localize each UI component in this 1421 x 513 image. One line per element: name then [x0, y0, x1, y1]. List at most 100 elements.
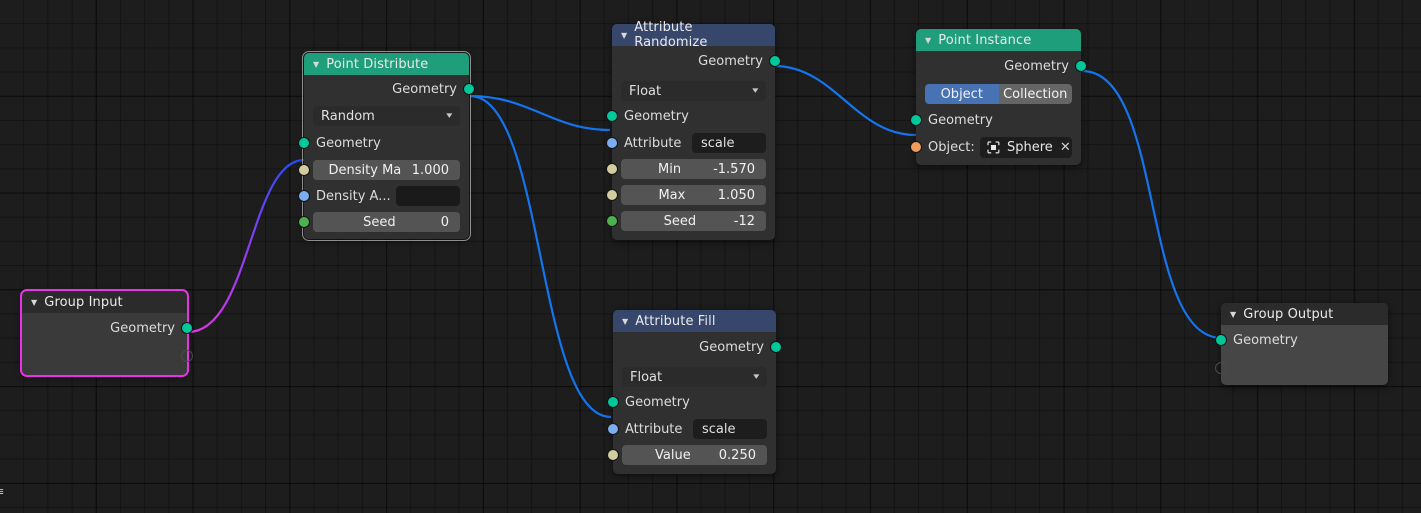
socket-row-input-geometry[interactable]: Geometry — [910, 105, 1081, 135]
min-row[interactable]: Min -1.570 — [606, 156, 775, 182]
collapse-triangle-icon[interactable]: ▼ — [622, 318, 628, 326]
node-header-point-distribute[interactable]: ▼ Point Distribute — [304, 53, 469, 75]
density-attribute-row[interactable]: Density A... — [298, 183, 469, 209]
socket-label: Attribute — [625, 421, 683, 437]
attribute-row[interactable]: Attribute scale — [606, 130, 775, 156]
method-dropdown-row[interactable]: Random ▾ — [304, 103, 469, 129]
seed-row[interactable]: Seed -12 — [606, 208, 775, 240]
toggle-collection-button[interactable]: Collection — [998, 84, 1072, 104]
socket-row-input-geometry[interactable]: Geometry — [1215, 325, 1388, 355]
socket-geometry-output[interactable] — [769, 55, 781, 67]
node-title: Group Output — [1243, 306, 1334, 322]
instance-source-toggle[interactable]: Object Collection — [916, 81, 1081, 105]
mesh-object-icon — [987, 140, 1000, 154]
value-slider[interactable]: Value 0.250 — [622, 445, 767, 465]
node-attribute-fill[interactable]: ▼ Attribute Fill Geometry Float ▾ Geomet… — [607, 310, 782, 474]
socket-geometry-input[interactable] — [910, 114, 922, 126]
socket-row-virtual-input[interactable] — [1215, 355, 1388, 381]
seed-row[interactable]: Seed 0 — [298, 209, 469, 239]
seed-slider[interactable]: Seed -12 — [621, 211, 766, 231]
object-row[interactable]: Object: Sphere ✕ — [910, 135, 1081, 165]
chevron-down-icon: ▾ — [446, 111, 453, 121]
dropdown-value: Float — [629, 83, 662, 99]
socket-value[interactable] — [607, 449, 619, 461]
socket-min[interactable] — [606, 163, 618, 175]
socket-row-output-geometry[interactable]: Geometry — [22, 313, 193, 343]
attribute-name-field[interactable]: scale — [692, 133, 766, 153]
density-attribute-field[interactable] — [396, 186, 460, 206]
socket-row-input-geometry[interactable]: Geometry — [606, 102, 775, 130]
node-title: Group Input — [44, 294, 123, 310]
socket-virtual-input[interactable] — [1215, 362, 1227, 374]
node-title: Point Distribute — [326, 56, 429, 72]
socket-label: Geometry — [1233, 332, 1298, 348]
seed-slider[interactable]: Seed 0 — [313, 212, 460, 232]
socket-label: Geometry — [624, 108, 689, 124]
socket-row-virtual-output[interactable] — [22, 343, 193, 369]
socket-geometry-output[interactable] — [770, 341, 782, 353]
collapse-triangle-icon[interactable]: ▼ — [621, 32, 627, 40]
socket-seed[interactable] — [606, 215, 618, 227]
socket-virtual-output[interactable] — [181, 350, 193, 362]
socket-geometry-output[interactable] — [1075, 60, 1087, 72]
node-point-instance[interactable]: ▼ Point Instance Geometry Object Collect… — [910, 29, 1087, 165]
socket-geometry-input[interactable] — [607, 396, 619, 408]
collapse-triangle-icon[interactable]: ▼ — [31, 299, 37, 307]
node-body-group-output: Geometry — [1215, 325, 1388, 385]
link-point-instance-to-group-output — [1081, 69, 1223, 340]
density-max-row[interactable]: Density Ma 1.000 — [298, 157, 469, 183]
object-selector-field[interactable]: Sphere ✕ — [980, 136, 1072, 158]
socket-object[interactable] — [910, 141, 922, 153]
attribute-row[interactable]: Attribute scale — [607, 416, 776, 442]
socket-geometry-input[interactable] — [1215, 334, 1227, 346]
socket-row-input-geometry[interactable]: Geometry — [298, 129, 469, 157]
socket-seed[interactable] — [298, 216, 310, 228]
socket-geometry-output[interactable] — [463, 83, 475, 95]
data-type-dropdown[interactable]: Float ▾ — [621, 81, 766, 101]
attribute-name-field[interactable]: scale — [693, 419, 767, 439]
node-group-output[interactable]: ▼ Group Output Geometry — [1215, 303, 1388, 385]
node-header-attribute-fill[interactable]: ▼ Attribute Fill — [613, 310, 776, 332]
socket-geometry-input[interactable] — [298, 137, 310, 149]
collapse-triangle-icon[interactable]: ▼ — [925, 37, 931, 45]
node-point-distribute[interactable]: ▼ Point Distribute Geometry Random ▾ Geo… — [298, 51, 475, 241]
link-attribute-randomize-to-point-instance — [773, 64, 917, 137]
socket-geometry-input[interactable] — [606, 110, 618, 122]
slider-label: Seed — [663, 213, 697, 229]
socket-density-attribute[interactable] — [298, 190, 310, 202]
distribute-method-dropdown[interactable]: Random ▾ — [313, 106, 460, 126]
toggle-object-button[interactable]: Object — [925, 84, 999, 104]
data-type-dropdown[interactable]: Float ▾ — [622, 367, 767, 387]
socket-row-output-geometry[interactable]: Geometry — [916, 51, 1087, 81]
data-type-dropdown-row[interactable]: Float ▾ — [612, 76, 775, 102]
socket-density-max[interactable] — [298, 164, 310, 176]
socket-attribute[interactable] — [607, 423, 619, 435]
socket-row-input-geometry[interactable]: Geometry — [607, 388, 776, 416]
socket-row-output-geometry[interactable]: Geometry — [304, 75, 475, 103]
collapse-triangle-icon[interactable]: ▼ — [1230, 311, 1236, 319]
collapse-triangle-icon[interactable]: ▼ — [313, 61, 319, 69]
node-header-attribute-randomize[interactable]: ▼ Attribute Randomize — [612, 20, 775, 50]
socket-attribute[interactable] — [606, 137, 618, 149]
node-body-attribute-randomize: Geometry Float ▾ Geometry Attribute scal… — [606, 46, 781, 240]
node-body-point-distribute: Geometry Random ▾ Geometry Density Ma 1.… — [298, 75, 475, 239]
max-slider[interactable]: Max 1.050 — [621, 185, 766, 205]
socket-max[interactable] — [606, 189, 618, 201]
socket-geometry-output[interactable] — [181, 322, 193, 334]
close-icon[interactable]: ✕ — [1060, 141, 1071, 154]
slider-value: 1.000 — [411, 162, 449, 178]
node-attribute-randomize[interactable]: ▼ Attribute Randomize Geometry Float ▾ G… — [606, 20, 781, 240]
node-header-group-input[interactable]: ▼ Group Input — [22, 291, 187, 313]
node-group-input[interactable]: ▼ Group Input Geometry — [20, 289, 193, 377]
node-header-point-instance[interactable]: ▼ Point Instance — [916, 29, 1081, 51]
density-max-slider[interactable]: Density Ma 1.000 — [313, 160, 460, 180]
data-type-dropdown-row[interactable]: Float ▾ — [613, 362, 776, 388]
node-header-group-output[interactable]: ▼ Group Output — [1221, 303, 1388, 325]
socket-row-output-geometry[interactable]: Geometry — [613, 332, 782, 362]
min-slider[interactable]: Min -1.570 — [621, 159, 766, 179]
value-row[interactable]: Value 0.250 — [607, 442, 776, 474]
node-body-attribute-fill: Geometry Float ▾ Geometry Attribute scal… — [607, 332, 782, 474]
slider-label: Seed — [363, 214, 396, 230]
max-row[interactable]: Max 1.050 — [606, 182, 775, 208]
socket-row-output-geometry[interactable]: Geometry — [612, 46, 781, 76]
